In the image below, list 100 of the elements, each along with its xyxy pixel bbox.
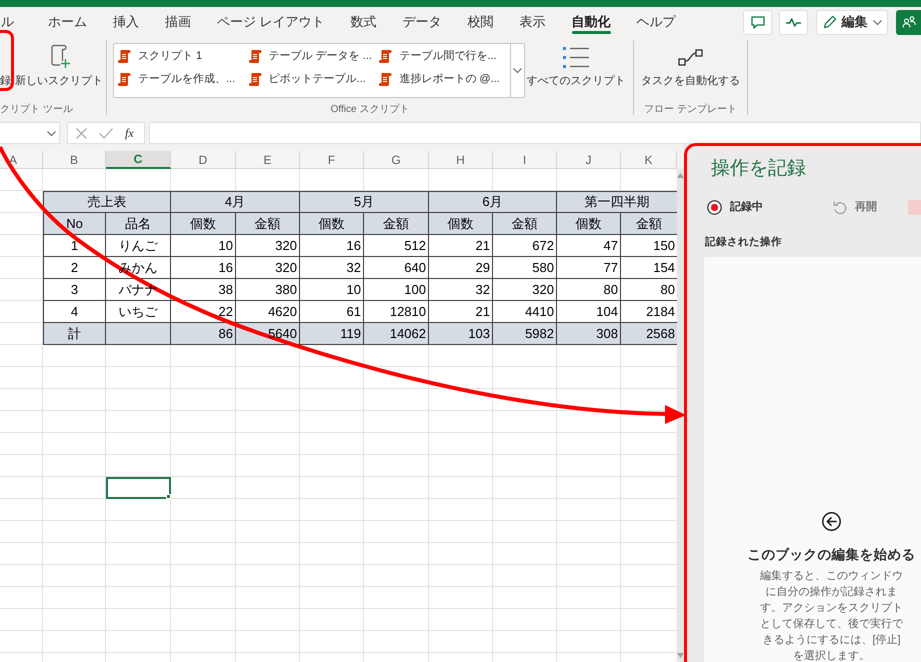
share-button[interactable] bbox=[896, 10, 921, 34]
table-cell: 308 bbox=[557, 323, 621, 345]
table-header-cell: 金額 bbox=[493, 213, 557, 235]
ribbon-tab[interactable]: 自動化 bbox=[572, 7, 611, 37]
column-header[interactable]: I bbox=[493, 151, 557, 169]
ribbon-tab[interactable]: ヘルプ bbox=[636, 7, 676, 37]
table-cell: 14062 bbox=[364, 323, 429, 345]
table-cell: 1 bbox=[43, 235, 106, 257]
table-cell: 38 bbox=[171, 279, 236, 301]
table-cell: 3 bbox=[43, 279, 106, 301]
name-box[interactable] bbox=[0, 122, 60, 144]
table-cell: 119 bbox=[300, 323, 364, 345]
script-gallery-item[interactable]: テーブル データを ... bbox=[248, 46, 372, 66]
table-cell: 5982 bbox=[493, 323, 557, 345]
arrow-down-icon[interactable] bbox=[677, 653, 684, 658]
table-cell: 103 bbox=[429, 323, 493, 345]
table-cell: 16 bbox=[300, 235, 364, 257]
table-cell: 2568 bbox=[621, 323, 677, 345]
table-header-cell: 6月 bbox=[429, 191, 557, 213]
connector-icon bbox=[678, 48, 703, 66]
column-header[interactable]: G bbox=[364, 151, 429, 169]
ribbon-tab[interactable]: 表示 bbox=[520, 7, 546, 37]
ribbon-tab[interactable]: 校閲 bbox=[468, 7, 494, 37]
table-cell: 77 bbox=[557, 257, 621, 279]
chevron-down-icon bbox=[513, 68, 522, 73]
column-header[interactable]: A bbox=[0, 151, 43, 169]
ribbon-tab[interactable]: ル bbox=[1, 7, 14, 37]
table-cell: 10 bbox=[171, 235, 236, 257]
table-header-cell: 金額 bbox=[236, 213, 300, 235]
column-header[interactable]: E bbox=[236, 151, 300, 169]
table-header-cell: 個数 bbox=[557, 213, 621, 235]
script-gallery-item[interactable]: スクリプト 1 bbox=[118, 46, 202, 66]
formula-input[interactable] bbox=[149, 122, 921, 144]
edit-mode-button[interactable]: 編集 bbox=[816, 10, 888, 34]
table-cell: 512 bbox=[364, 235, 429, 257]
arrow-up-icon[interactable] bbox=[677, 173, 684, 178]
table-cell: 640 bbox=[364, 257, 429, 279]
script-icon bbox=[379, 72, 392, 86]
cross-icon[interactable] bbox=[76, 128, 87, 138]
empty-state-heading: このブックの編集を始める bbox=[748, 547, 916, 563]
script-gallery-item[interactable]: テーブルを作成、... bbox=[118, 69, 236, 89]
ribbon-tab[interactable]: ページ レイアウト bbox=[217, 7, 325, 37]
arrow-left-circle-icon bbox=[822, 512, 841, 531]
column-header[interactable]: K bbox=[621, 151, 677, 169]
column-header[interactable]: H bbox=[429, 151, 493, 169]
script-gallery-item[interactable]: 進捗レポートの @... bbox=[379, 69, 500, 89]
comments-button[interactable] bbox=[743, 10, 772, 34]
table-cell bbox=[106, 323, 171, 345]
column-header[interactable]: J bbox=[557, 151, 621, 169]
group-label: Office スクリプト bbox=[330, 104, 410, 114]
insert-function-button[interactable]: fx bbox=[125, 124, 134, 142]
ribbon-tab[interactable]: 数式 bbox=[350, 7, 377, 37]
table-header-cell: 品名 bbox=[106, 213, 171, 235]
table-header-cell: 個数 bbox=[300, 213, 364, 235]
chevron-down-icon bbox=[872, 20, 882, 24]
table-cell: 32 bbox=[300, 257, 364, 279]
active-cell[interactable] bbox=[106, 477, 171, 499]
highlight-frame bbox=[0, 30, 14, 91]
table-cell: 380 bbox=[236, 279, 300, 301]
table-cell: 100 bbox=[364, 279, 429, 301]
ribbon-tab[interactable]: ホーム bbox=[48, 7, 87, 37]
circular-arrow-icon bbox=[833, 200, 847, 214]
ribbon-tab[interactable]: 描画 bbox=[165, 7, 191, 37]
vertical-scrollbar[interactable] bbox=[677, 169, 684, 662]
script-icon bbox=[118, 72, 131, 86]
group-label: クリプト ツール bbox=[0, 104, 73, 114]
ribbon-button[interactable]: 新しいスクリプト bbox=[15, 43, 103, 88]
ribbon-button[interactable]: 録 bbox=[0, 43, 11, 88]
table-cell: 32 bbox=[429, 279, 493, 301]
empty-state-text: 編集すると、このウィンドウに自分の操作が記録されます。アクションをスクリプトとして保存して、後で実行できるようにするには、[停止] を選択します。 bbox=[759, 569, 904, 662]
table-header-cell: 第一四半期 bbox=[557, 191, 677, 213]
table-cell: 320 bbox=[236, 257, 300, 279]
column-header[interactable]: C bbox=[106, 151, 171, 169]
table-header-cell: 個数 bbox=[171, 213, 236, 235]
ribbon-button[interactable]: すべてのスクリプト bbox=[527, 43, 625, 88]
list-icon bbox=[563, 46, 589, 68]
script-gallery-item[interactable]: テーブル間で行を... bbox=[379, 46, 496, 66]
ribbon-tab[interactable]: 挿入 bbox=[113, 7, 139, 37]
table-cell: 580 bbox=[493, 257, 557, 279]
column-header[interactable]: B bbox=[43, 151, 106, 169]
script-gallery-item[interactable]: ピボットテーブル... bbox=[248, 69, 366, 89]
panel-title: 操作を記録 bbox=[711, 158, 806, 178]
table-cell: 86 bbox=[171, 323, 236, 345]
script-icon bbox=[379, 48, 392, 64]
table-header-cell: 5月 bbox=[300, 191, 429, 213]
column-header[interactable]: D bbox=[171, 151, 236, 169]
activity-button[interactable] bbox=[779, 10, 808, 34]
column-header[interactable]: F bbox=[300, 151, 364, 169]
table-cell: 2 bbox=[43, 257, 106, 279]
section-label: 記録された操作 bbox=[705, 237, 782, 248]
table-cell: 320 bbox=[493, 279, 557, 301]
ribbon-button[interactable]: タスクを自動化する bbox=[642, 43, 740, 88]
script-icon bbox=[248, 72, 262, 86]
table-header-cell: 個数 bbox=[429, 213, 493, 235]
checkmark-icon[interactable] bbox=[99, 128, 113, 138]
table-cell: 47 bbox=[557, 235, 621, 257]
table-header-cell: 売上表 bbox=[43, 191, 171, 213]
gallery-more-button[interactable] bbox=[510, 44, 524, 97]
ribbon-tab[interactable]: データ bbox=[402, 7, 442, 37]
pencil-icon bbox=[822, 15, 836, 29]
